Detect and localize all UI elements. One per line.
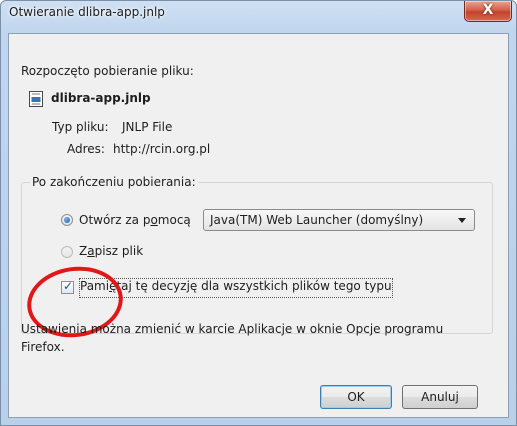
cancel-button[interactable]: Anuluj xyxy=(402,385,478,409)
ok-button[interactable]: OK xyxy=(320,385,392,409)
file-type-value: JNLP File xyxy=(122,120,173,134)
open-with-radio[interactable] xyxy=(61,214,73,226)
file-type-label: Typ pliku: xyxy=(52,120,109,134)
group-legend: Po zakończeniu pobierania: xyxy=(30,175,198,189)
window-title: Otwieranie dlibra-app.jnlp xyxy=(9,5,165,19)
settings-note-line2: Firefox. xyxy=(21,340,65,354)
download-intro: Rozpoczęto pobieranie pliku: xyxy=(21,64,194,78)
application-select-value: Java(TM) Web Launcher (domyślny) xyxy=(210,213,424,227)
title-bar[interactable]: Otwieranie dlibra-app.jnlp X xyxy=(1,1,516,33)
open-with-label[interactable]: Otwórz za pomocą xyxy=(79,213,191,227)
document-icon xyxy=(29,91,43,107)
settings-note-line1: Ustawienia można zmienić w karcie Aplika… xyxy=(21,322,444,336)
remember-decision-label[interactable]: Pamiętaj tę decyzję dla wszystkich plikó… xyxy=(79,278,393,298)
application-select[interactable]: Java(TM) Web Launcher (domyślny) xyxy=(203,209,475,231)
chevron-down-icon xyxy=(458,218,466,223)
close-button[interactable]: X xyxy=(464,1,512,22)
close-icon: X xyxy=(482,2,494,18)
save-file-radio[interactable] xyxy=(61,246,73,258)
address-label: Adres: xyxy=(67,142,105,156)
save-file-label[interactable]: Zapisz plik xyxy=(79,244,143,258)
file-name: dlibra-app.jnlp xyxy=(51,91,151,105)
dialog-content: Rozpoczęto pobieranie pliku: dlibra-app.… xyxy=(8,33,509,418)
address-value: http://rcin.org.pl xyxy=(113,142,211,156)
dialog-window: Otwieranie dlibra-app.jnlp X Rozpoczęto … xyxy=(0,0,517,426)
